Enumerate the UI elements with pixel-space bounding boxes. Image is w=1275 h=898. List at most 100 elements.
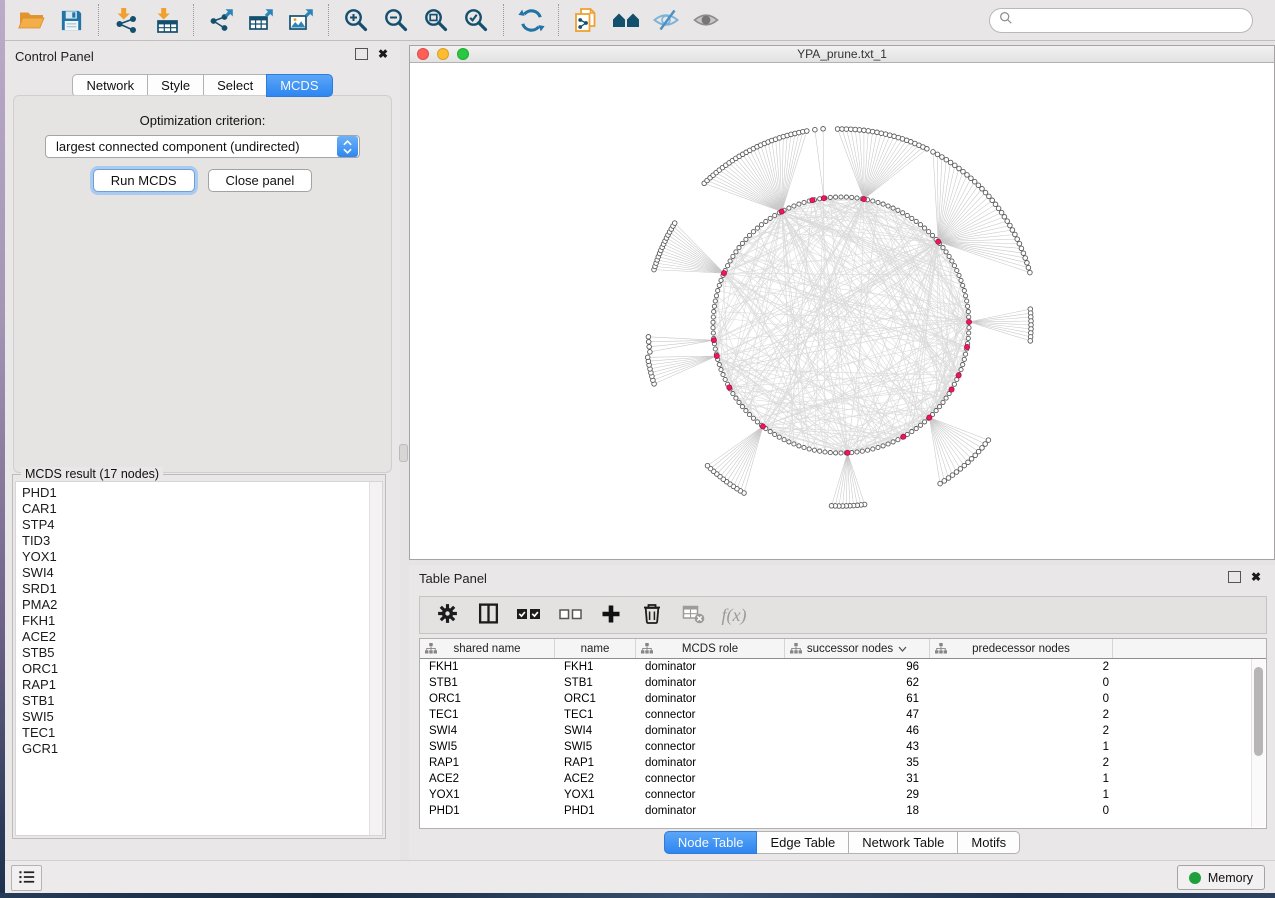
table-scrollbar-thumb[interactable] — [1254, 667, 1263, 756]
tab-style[interactable]: Style — [147, 74, 204, 97]
deselect-all-columns-button[interactable] — [557, 602, 583, 628]
network-window-title: YPA_prune.txt_1 — [410, 47, 1274, 61]
table-row[interactable]: TEC1TEC1connector472 — [420, 707, 1266, 723]
table-settings-button[interactable] — [434, 602, 460, 628]
mcds-result-list[interactable]: PHD1CAR1STP4TID3YOX1SWI4SRD1PMA2FKH1ACE2… — [15, 481, 383, 836]
table-row[interactable]: PHD1PHD1dominator180 — [420, 803, 1266, 819]
mcds-result-item[interactable]: RAP1 — [22, 677, 382, 693]
show-all-button[interactable] — [686, 2, 726, 38]
plus-icon — [600, 603, 622, 628]
memory-status-button[interactable]: Memory — [1177, 865, 1265, 890]
search-icon — [999, 11, 1013, 30]
mcds-result-item[interactable]: PHD1 — [22, 485, 382, 501]
toolbar-separator — [193, 4, 194, 36]
mcds-result-item[interactable]: GCR1 — [22, 741, 382, 757]
predecessor-nodes-cell: 2 — [930, 723, 1113, 739]
mcds-result-item[interactable]: TID3 — [22, 533, 382, 549]
mcds-result-item[interactable]: SRD1 — [22, 581, 382, 597]
float-panel-icon[interactable] — [355, 48, 368, 60]
toolbar-separator — [503, 4, 504, 36]
column-label: predecessor nodes — [972, 643, 1070, 655]
tab-node-table[interactable]: Node Table — [664, 831, 758, 854]
toggle-panel-layout-button[interactable] — [475, 602, 501, 628]
table-row[interactable]: RAP1RAP1dominator352 — [420, 755, 1266, 771]
save-session-button[interactable] — [51, 2, 91, 38]
tab-network[interactable]: Network — [72, 74, 148, 97]
table-row[interactable]: ORC1ORC1dominator610 — [420, 691, 1266, 707]
shared-name-cell: FKH1 — [420, 659, 555, 675]
import-network-button[interactable] — [106, 2, 146, 38]
column-header-successor-nodes[interactable]: successor nodes — [785, 639, 930, 658]
mcds-list-scrollbar[interactable] — [369, 482, 382, 835]
tab-network-table[interactable]: Network Table — [848, 831, 958, 854]
export-network-button[interactable] — [201, 2, 241, 38]
network-view-window: YPA_prune.txt_1 — [409, 45, 1275, 560]
mcds-result-item[interactable]: SWI4 — [22, 565, 382, 581]
close-panel-icon[interactable]: ✖ — [378, 48, 388, 60]
close-panel-button[interactable]: Close panel — [208, 169, 313, 192]
select-all-columns-button[interactable] — [516, 602, 542, 628]
mcds-role-cell: connector — [636, 707, 785, 723]
table-row[interactable]: SWI4SWI4dominator462 — [420, 723, 1266, 739]
table-scrollbar[interactable] — [1251, 659, 1265, 827]
optimization-criterion-select[interactable]: largest connected component (undirected) — [45, 135, 360, 158]
zoom-in-button[interactable] — [336, 2, 376, 38]
mcds-result-item[interactable]: YOX1 — [22, 549, 382, 565]
column-header-mcds-role[interactable]: MCDS role — [636, 639, 785, 658]
mcds-result-item[interactable]: TEC1 — [22, 725, 382, 741]
shared-name-cell: PHD1 — [420, 803, 555, 819]
tab-motifs[interactable]: Motifs — [957, 831, 1020, 854]
create-column-button[interactable] — [598, 602, 624, 628]
export-image-button[interactable] — [281, 2, 321, 38]
mcds-result-item[interactable]: PMA2 — [22, 597, 382, 613]
network-graph — [410, 63, 1274, 559]
tab-select[interactable]: Select — [203, 74, 267, 97]
mcds-result-item[interactable]: ORC1 — [22, 661, 382, 677]
network-canvas[interactable] — [410, 63, 1274, 559]
export-table-button[interactable] — [241, 2, 281, 38]
refresh-button[interactable] — [511, 2, 551, 38]
search-box[interactable] — [989, 8, 1253, 33]
mcds-result-item[interactable]: SWI5 — [22, 709, 382, 725]
tab-edge-table[interactable]: Edge Table — [756, 831, 849, 854]
mcds-result-item[interactable]: ACE2 — [22, 629, 382, 645]
zoom-out-button[interactable] — [376, 2, 416, 38]
successor-nodes-cell: 47 — [785, 707, 930, 723]
delete-column-button[interactable] — [639, 602, 665, 628]
memory-label: Memory — [1208, 871, 1253, 885]
zoom-fit-button[interactable] — [416, 2, 456, 38]
tab-mcds[interactable]: MCDS — [266, 74, 332, 97]
duplicate-network-button[interactable] — [566, 2, 606, 38]
table-row[interactable]: SWI5SWI5connector431 — [420, 739, 1266, 755]
empty-cell — [1113, 707, 1266, 723]
run-mcds-button[interactable]: Run MCDS — [93, 169, 195, 192]
column-header-filler — [1113, 639, 1266, 658]
float-panel-icon[interactable] — [1228, 571, 1241, 583]
column-header-shared-name[interactable]: shared name — [420, 639, 555, 658]
search-input[interactable] — [1019, 13, 1243, 27]
save-icon — [59, 8, 84, 33]
mcds-result-item[interactable]: STB5 — [22, 645, 382, 661]
predecessor-nodes-cell: 2 — [930, 659, 1113, 675]
table-row[interactable]: YOX1YOX1connector291 — [420, 787, 1266, 803]
table-row[interactable]: ACE2ACE2connector311 — [420, 771, 1266, 787]
hide-selected-button[interactable] — [646, 2, 686, 38]
duplicate-network-icon — [573, 7, 600, 34]
table-row[interactable]: STB1STB1dominator620 — [420, 675, 1266, 691]
close-panel-icon[interactable]: ✖ — [1251, 571, 1261, 583]
import-table-button[interactable] — [146, 2, 186, 38]
mcds-result-item[interactable]: CAR1 — [22, 501, 382, 517]
mcds-result-item[interactable]: FKH1 — [22, 613, 382, 629]
column-header-name[interactable]: name — [555, 639, 636, 658]
zoom-selected-button[interactable] — [456, 2, 496, 38]
task-history-button[interactable] — [11, 865, 42, 891]
mcds-result-item[interactable]: STP4 — [22, 517, 382, 533]
column-header-predecessor-nodes[interactable]: predecessor nodes — [930, 639, 1113, 658]
column-label: successor nodes — [807, 643, 893, 655]
first-neighbors-button[interactable] — [606, 2, 646, 38]
open-file-button[interactable] — [11, 2, 51, 38]
mcds-result-item[interactable]: STB1 — [22, 693, 382, 709]
panel-splitter-handle[interactable] — [399, 444, 408, 462]
table-row[interactable]: FKH1FKH1dominator962 — [420, 659, 1266, 675]
zoom-out-icon — [383, 7, 409, 33]
